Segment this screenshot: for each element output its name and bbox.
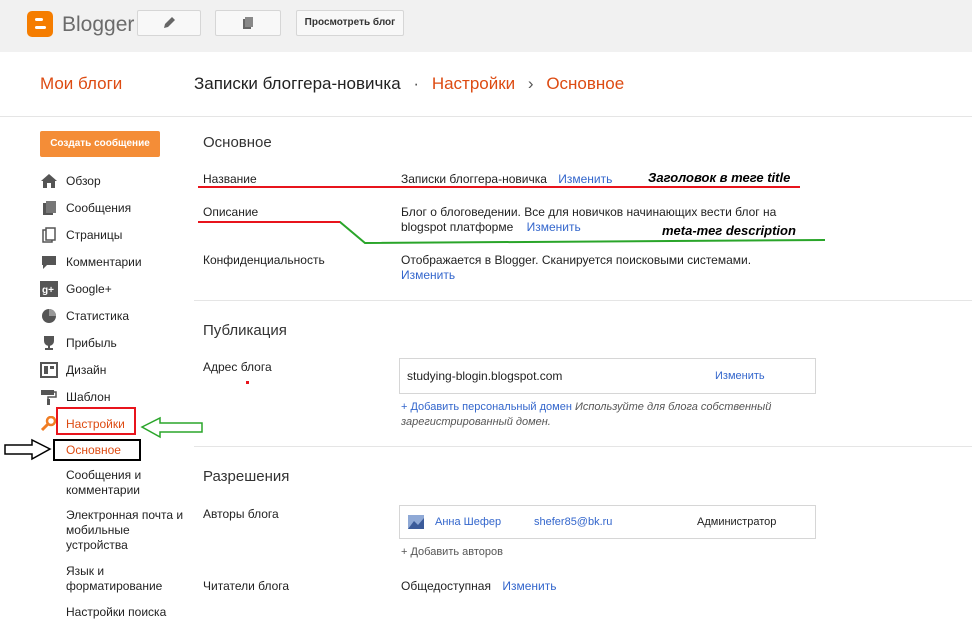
basic-highlight-box	[53, 439, 141, 461]
annotation-overlay	[4, 186, 826, 461]
settings-highlight-box	[56, 407, 136, 435]
black-arrow-icon	[4, 438, 52, 461]
green-arrow-icon	[140, 416, 203, 439]
annotation-title-tag: Заголовок в теге title	[648, 170, 791, 185]
red-dot	[246, 381, 249, 384]
annotation-meta-description: meta-тег description	[662, 223, 796, 238]
